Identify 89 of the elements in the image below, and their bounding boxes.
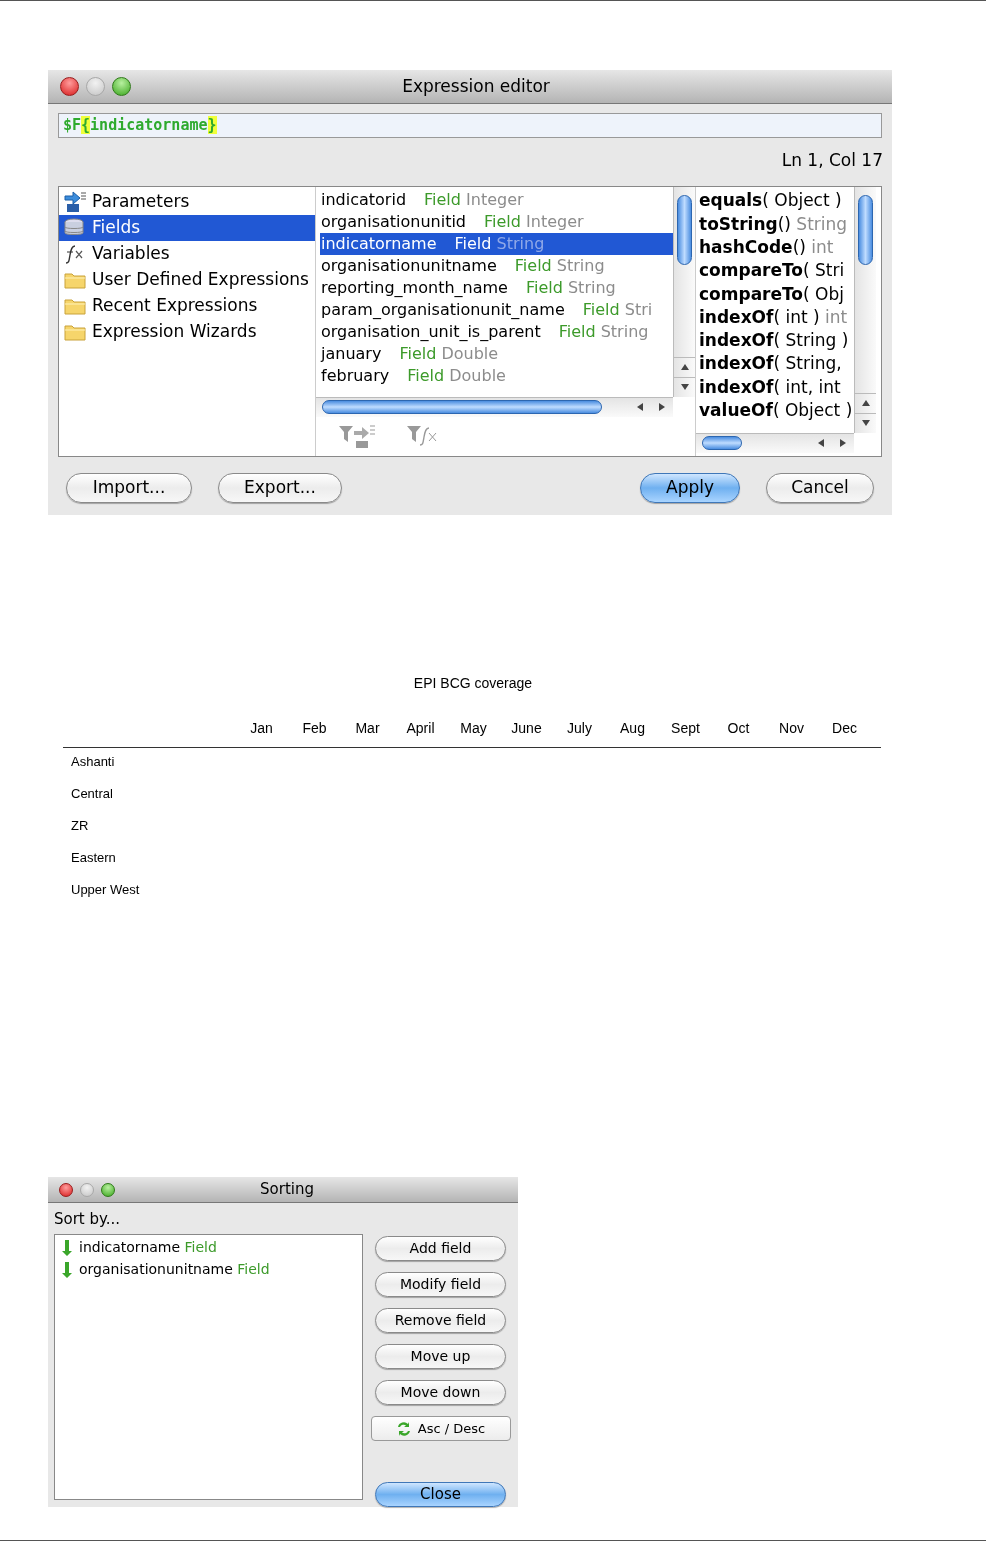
button[interactable]: Import... bbox=[66, 472, 192, 503]
column-header: July bbox=[567, 719, 592, 738]
window-title: Expression editor bbox=[402, 74, 550, 98]
category-item[interactable]: User Defined Expressions bbox=[59, 266, 315, 293]
sort-item[interactable]: indicatorname Field bbox=[61, 1236, 362, 1259]
column-header: Nov bbox=[779, 719, 804, 738]
row-label: Eastern bbox=[71, 849, 116, 867]
down-arrow-icon bbox=[61, 1238, 73, 1257]
column-header: Aug bbox=[620, 719, 645, 738]
category-item[interactable]: Parameters bbox=[59, 188, 315, 215]
column-header: Jan bbox=[250, 719, 273, 738]
down-arrow-icon bbox=[61, 1260, 73, 1279]
scrollbar[interactable] bbox=[673, 186, 695, 397]
field-item[interactable]: february Field Double bbox=[320, 364, 673, 387]
field-item[interactable]: organisationunitid Field Integer bbox=[320, 210, 673, 233]
button[interactable]: Add field bbox=[375, 1236, 506, 1261]
database-icon bbox=[63, 217, 87, 238]
field-item[interactable]: indicatorid Field Integer bbox=[320, 188, 673, 211]
field-item[interactable]: organisation_unit_is_parent Field String bbox=[320, 320, 673, 343]
method-item[interactable]: indexOf( int ) int bbox=[699, 306, 854, 330]
button[interactable]: Move up bbox=[375, 1344, 506, 1369]
method-item[interactable]: equals( Object ) bbox=[699, 189, 854, 213]
report-title: EPI BCG coverage bbox=[413, 674, 533, 693]
down-arrow-icon[interactable] bbox=[680, 384, 689, 390]
down-arrow-icon[interactable] bbox=[861, 420, 870, 426]
scrollbar-thumb[interactable] bbox=[702, 436, 742, 450]
field-item[interactable]: organisationunitname Field String bbox=[320, 254, 673, 277]
column-header: June bbox=[511, 719, 542, 738]
button[interactable]: Modify field bbox=[375, 1272, 506, 1297]
field-item[interactable]: indicatorname Field String bbox=[320, 232, 673, 255]
method-item[interactable]: indexOf( int, int bbox=[699, 375, 854, 400]
column-header: Feb bbox=[302, 719, 327, 738]
swap-arrows-icon bbox=[395, 1420, 412, 1437]
field-item[interactable]: param_organisationunit_name Field Stri bbox=[320, 298, 673, 321]
method-item[interactable]: valueOf( Object ) bbox=[699, 399, 854, 423]
folder-icon bbox=[64, 270, 86, 289]
right-arrow-icon[interactable] bbox=[840, 439, 846, 447]
method-item[interactable]: compareTo( Stri bbox=[699, 259, 854, 283]
category-item[interactable]: Variables bbox=[59, 240, 315, 267]
scrollbar-thumb[interactable] bbox=[677, 194, 692, 265]
column-header: Oct bbox=[727, 719, 750, 738]
sort-order-button[interactable]: Asc / Desc bbox=[370, 1416, 511, 1441]
method-item[interactable]: toString() String bbox=[699, 212, 854, 237]
scrollbar[interactable] bbox=[316, 396, 673, 417]
row-label: Central bbox=[71, 785, 113, 803]
up-arrow-icon[interactable] bbox=[680, 364, 689, 370]
scrollbar-thumb[interactable] bbox=[322, 400, 602, 414]
row-label: Ashanti bbox=[71, 753, 115, 771]
folder-icon bbox=[64, 296, 86, 315]
folder-icon bbox=[64, 322, 86, 341]
sort-item[interactable]: organisationunitname Field bbox=[61, 1258, 362, 1281]
window-close-button[interactable] bbox=[59, 1182, 73, 1197]
window-zoom-button[interactable] bbox=[101, 1182, 115, 1197]
button[interactable]: Move down bbox=[375, 1380, 506, 1405]
method-item[interactable]: hashCode() int bbox=[699, 236, 854, 260]
left-arrow-icon[interactable] bbox=[637, 403, 643, 411]
method-item[interactable]: indexOf( String, bbox=[699, 352, 854, 376]
column-header: Dec bbox=[832, 719, 857, 738]
category-item[interactable]: Fields bbox=[59, 214, 315, 241]
button[interactable]: Apply bbox=[640, 472, 740, 503]
parameters-icon bbox=[63, 190, 87, 213]
sort-label: Sort by... bbox=[54, 1209, 122, 1230]
column-header: Sept bbox=[671, 719, 700, 738]
row-label: ZR bbox=[71, 817, 89, 835]
field-item[interactable]: january Field Double bbox=[320, 342, 673, 365]
button[interactable]: Export... bbox=[218, 472, 342, 503]
scrollbar[interactable] bbox=[854, 186, 876, 433]
row-label: Upper West bbox=[71, 881, 140, 899]
up-arrow-icon[interactable] bbox=[861, 400, 870, 406]
cursor-position: Ln 1, Col 17 bbox=[781, 149, 883, 172]
filter-icon[interactable] bbox=[338, 422, 376, 449]
right-arrow-icon[interactable] bbox=[659, 403, 665, 411]
method-item[interactable]: compareTo( Obj bbox=[699, 282, 854, 306]
left-arrow-icon[interactable] bbox=[818, 439, 824, 447]
column-header: Mar bbox=[355, 719, 380, 738]
column-header: April bbox=[406, 719, 435, 738]
button[interactable]: Remove field bbox=[375, 1308, 506, 1333]
button[interactable]: Close bbox=[375, 1482, 506, 1507]
method-item[interactable]: indexOf( String ) bbox=[699, 329, 854, 353]
category-item[interactable]: Recent Expressions bbox=[59, 292, 315, 319]
scrollbar-thumb[interactable] bbox=[858, 194, 873, 265]
window-title: Sorting bbox=[260, 1179, 314, 1201]
scrollbar[interactable] bbox=[696, 432, 854, 453]
button[interactable]: Cancel bbox=[766, 472, 874, 503]
window-zoom-button[interactable] bbox=[112, 77, 131, 96]
window-close-button[interactable] bbox=[60, 77, 79, 96]
column-header: May bbox=[460, 719, 487, 738]
category-item[interactable]: Expression Wizards bbox=[59, 318, 315, 345]
field-item[interactable]: reporting_month_name Field String bbox=[320, 276, 673, 299]
